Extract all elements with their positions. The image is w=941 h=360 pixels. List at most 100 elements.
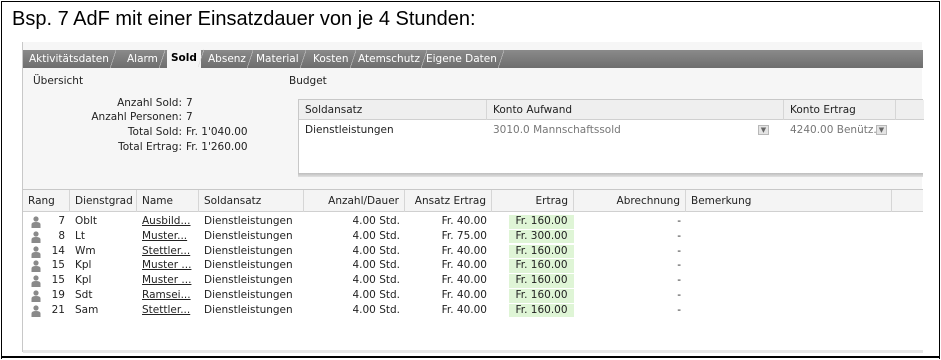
tab-alarm[interactable]: Alarm	[123, 50, 165, 68]
overview-title: Übersicht	[33, 75, 84, 87]
cell-rang: 15	[51, 274, 65, 287]
cell-rang: 14	[51, 244, 65, 257]
sold-grid: Rang Dienstgrad Name Soldansatz Anzahl/D…	[23, 189, 923, 353]
cell-dienstgrad: Sdt	[75, 289, 93, 301]
tab-sold[interactable]: Sold	[167, 49, 204, 68]
cell-ansatz-ertrag: Fr. 40.00	[441, 244, 487, 257]
cell-ertrag: Fr. 160.00	[509, 259, 574, 273]
cell-name-link[interactable]: Muster...	[142, 230, 199, 244]
col-rang[interactable]: Rang	[23, 190, 70, 212]
cell-anzahl-dauer: 4.00 Std.	[352, 229, 400, 242]
budget-soldansatz-cell[interactable]: Dienstleistungen	[299, 122, 487, 138]
table-row[interactable]: 15 Kpl Muster ... Dienstleistungen 4.00 …	[23, 259, 923, 273]
cell-abrechnung: -	[677, 289, 681, 301]
person-icon	[31, 231, 41, 243]
cell-dienstgrad: Oblt	[75, 215, 97, 227]
col-dienstgrad[interactable]: Dienstgrad	[70, 190, 137, 212]
summary-label: Total Ertrag:	[118, 141, 182, 153]
cell-ansatz-ertrag: Fr. 75.00	[441, 229, 487, 242]
chevron-down-icon[interactable]: ▼	[758, 125, 769, 135]
col-abrechnung[interactable]: Abrechnung	[574, 190, 686, 212]
cell-abrechnung: -	[677, 303, 681, 316]
grid-bottom-edge	[23, 350, 923, 353]
cell-name-link[interactable]: Ramsei...	[142, 289, 199, 303]
cell-name-link[interactable]: Stettler...	[142, 304, 199, 318]
cell-rang: 19	[51, 289, 65, 301]
cell-anzahl-dauer: 4.00 Std.	[352, 289, 400, 301]
cell-ertrag: Fr. 160.00	[509, 274, 574, 288]
col-ansatz-ertrag[interactable]: Ansatz Ertrag	[405, 190, 492, 212]
cell-dienstgrad: Sam	[75, 303, 99, 316]
cell-soldansatz: Dienstleistungen	[204, 229, 293, 242]
tab-kosten[interactable]: Kosten	[309, 50, 355, 68]
table-row[interactable]: 8 Lt Muster... Dienstleistungen 4.00 Std…	[23, 229, 923, 244]
summary-label: Anzahl Sold:	[117, 97, 182, 109]
figure-caption: Bsp. 7 AdF mit einer Einsatzdauer von je…	[12, 8, 476, 30]
summary-total-sold: Total Sold: Fr. 1'040.00	[33, 126, 248, 138]
konto-aufwand-select[interactable]: 3010.0 Mannschaftssold	[487, 122, 757, 138]
table-row[interactable]: 7 Oblt Ausbild... Dienstleistungen 4.00 …	[23, 215, 923, 229]
cell-anzahl-dauer: 4.00 Std.	[352, 244, 400, 257]
cell-name-link[interactable]: Muster ...	[142, 259, 199, 273]
cell-dienstgrad: Kpl	[75, 259, 92, 272]
cell-dienstgrad: Kpl	[75, 274, 92, 287]
tab-absenz[interactable]: Absenz	[204, 50, 253, 68]
summary-anzahl-personen: Anzahl Personen: 7	[33, 111, 193, 123]
col-soldansatz[interactable]: Soldansatz	[199, 190, 304, 212]
cell-ertrag: Fr. 160.00	[509, 289, 574, 303]
grid-header: Rang Dienstgrad Name Soldansatz Anzahl/D…	[23, 190, 923, 212]
budget-col-konto-ertrag[interactable]: Konto Ertrag	[784, 100, 896, 120]
summary-value: Fr. 1'260.00	[186, 141, 248, 153]
tab-aktivitaetsdaten[interactable]: Aktivitätsdaten	[25, 50, 116, 68]
cell-abrechnung: -	[677, 274, 681, 287]
summary-total-ertrag: Total Ertrag: Fr. 1'260.00	[33, 141, 248, 153]
col-ertrag[interactable]: Ertrag	[492, 190, 574, 212]
budget-col-soldansatz[interactable]: Soldansatz	[299, 100, 487, 120]
cell-ertrag: Fr. 300.00	[509, 229, 574, 244]
person-icon	[31, 290, 41, 302]
konto-ertrag-select[interactable]: 4240.00 Benütz...	[784, 122, 883, 138]
cell-abrechnung: -	[677, 215, 681, 227]
col-name[interactable]: Name	[137, 190, 199, 212]
cell-name-link[interactable]: Ausbild...	[142, 215, 199, 229]
summary-value: 7	[186, 111, 193, 123]
chevron-down-icon[interactable]: ▼	[876, 125, 887, 135]
summary-label: Anzahl Personen:	[91, 111, 182, 123]
cell-ertrag: Fr. 160.00	[509, 215, 574, 229]
person-icon	[31, 275, 41, 288]
cell-dienstgrad: Lt	[75, 229, 85, 242]
table-row[interactable]: 19 Sdt Ramsei... Dienstleistungen 4.00 S…	[23, 289, 923, 303]
cell-soldansatz: Dienstleistungen	[204, 215, 293, 227]
cell-abrechnung: -	[677, 244, 681, 257]
cell-soldansatz: Dienstleistungen	[204, 259, 293, 272]
cell-ansatz-ertrag: Fr. 40.00	[441, 259, 487, 272]
col-anzahl-dauer[interactable]: Anzahl/Dauer	[304, 190, 405, 212]
cell-ansatz-ertrag: Fr. 40.00	[441, 274, 487, 287]
cell-ertrag: Fr. 160.00	[509, 244, 574, 259]
cell-dienstgrad: Wm	[75, 244, 96, 257]
cell-ansatz-ertrag: Fr. 40.00	[441, 289, 487, 301]
table-row[interactable]: 15 Kpl Muster ... Dienstleistungen 4.00 …	[23, 274, 923, 288]
cell-ertrag: Fr. 160.00	[509, 303, 574, 318]
col-bemerkung[interactable]: Bemerkung	[686, 190, 892, 212]
cell-rang: 15	[51, 259, 65, 272]
cell-soldansatz: Dienstleistungen	[204, 289, 293, 301]
summary-anzahl-sold: Anzahl Sold: 7	[33, 97, 193, 109]
cell-ansatz-ertrag: Fr. 40.00	[441, 215, 487, 227]
tab-atemschutz[interactable]: Atemschutz	[354, 50, 427, 68]
cell-soldansatz: Dienstleistungen	[204, 274, 293, 287]
cell-soldansatz: Dienstleistungen	[204, 303, 293, 316]
table-row[interactable]: 14 Wm Stettler... Dienstleistungen 4.00 …	[23, 244, 923, 259]
budget-header: Soldansatz Konto Aufwand Konto Ertrag	[299, 100, 924, 120]
summary-label: Total Sold:	[127, 126, 182, 138]
summary-value: Fr. 1'040.00	[186, 126, 248, 138]
cell-name-link[interactable]: Stettler...	[142, 245, 199, 259]
tab-eigene-daten[interactable]: Eigene Daten	[422, 50, 504, 68]
budget-col-konto-aufwand[interactable]: Konto Aufwand	[487, 100, 784, 120]
person-icon	[31, 305, 41, 317]
cell-abrechnung: -	[677, 229, 681, 242]
tab-material[interactable]: Material	[252, 50, 306, 68]
summary-value: 7	[186, 97, 193, 109]
cell-name-link[interactable]: Muster ...	[142, 274, 199, 288]
table-row[interactable]: 21 Sam Stettler... Dienstleistungen 4.00…	[23, 303, 923, 318]
